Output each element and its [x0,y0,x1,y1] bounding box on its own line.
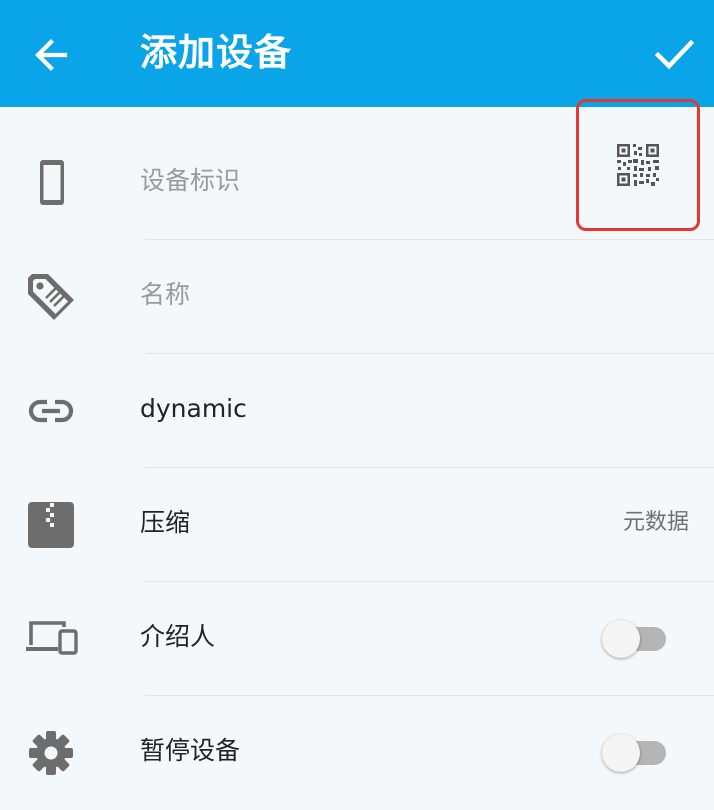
gear-icon [22,724,80,782]
tag-icon [22,268,80,326]
name-input[interactable]: 名称 [140,275,190,315]
archive-icon [22,496,80,554]
check-icon [654,39,695,70]
introducer-switch[interactable] [602,620,668,658]
switch-thumb [602,734,640,772]
pause-device-switch[interactable] [602,734,668,772]
introducer-row: 介绍人 [0,582,714,696]
name-row: 名称 [0,240,714,354]
phone-icon [22,154,80,212]
confirm-button[interactable] [646,26,702,82]
compression-value: 元数据 [622,510,689,535]
address-value: dynamic [140,394,247,423]
switch-thumb [602,620,640,658]
compression-label: 压缩 [140,508,191,537]
introducer-label: 介绍人 [140,622,216,651]
back-button[interactable] [24,28,78,82]
device-id-input[interactable]: 设备标识 [140,161,240,201]
devices-icon [22,610,80,668]
link-icon [22,382,80,440]
page-title: 添加设备 [140,31,292,74]
address-row[interactable]: dynamic [0,354,714,468]
app-bar: 添加设备 [0,0,714,107]
arrow-left-icon [35,39,68,71]
scan-qr-button[interactable] [576,99,700,231]
qr-code-icon [617,144,659,186]
device-id-row: 设备标识 [0,99,714,240]
device-form: 设备标识 名称 dynamic 压缩 元数据 介绍人 暂停设备 [0,99,714,810]
pause-device-label: 暂停设备 [140,736,241,765]
pause-device-row: 暂停设备 [0,696,714,810]
compression-row[interactable]: 压缩 元数据 [0,468,714,582]
